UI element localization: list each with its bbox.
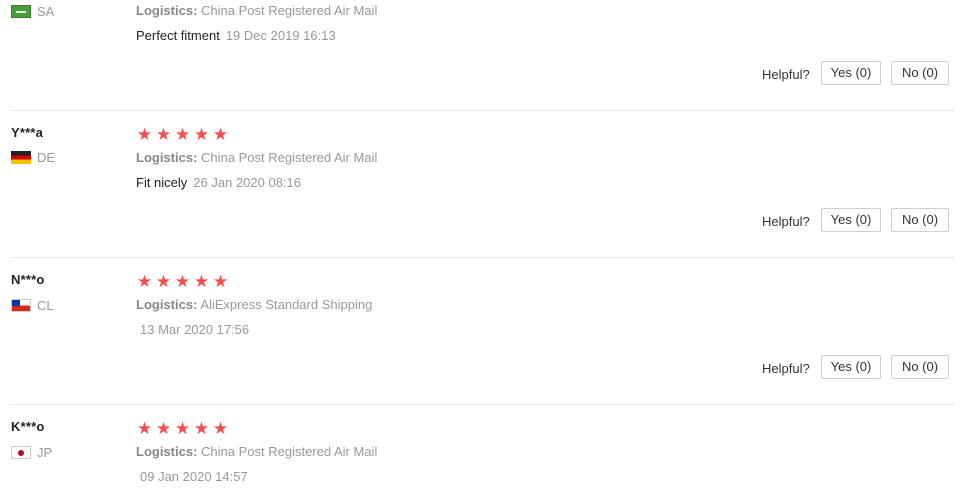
logistics-method: China Post Registered Air Mail xyxy=(201,3,378,18)
review-date: 19 Dec 2019 16:13 xyxy=(225,28,336,43)
star-icon: ★ xyxy=(155,125,172,144)
star-rating: ★ ★ ★ ★ ★ xyxy=(136,126,229,143)
cl-flag-icon xyxy=(11,299,31,312)
helpful-no-button[interactable]: No (0) xyxy=(891,355,949,379)
de-flag-icon xyxy=(11,151,31,164)
star-icon: ★ xyxy=(174,419,191,438)
review-feedback: Perfect fitment 19 Dec 2019 16:13 xyxy=(136,28,336,43)
review-date: 13 Mar 2020 17:56 xyxy=(140,322,250,337)
sa-flag-icon xyxy=(11,5,31,18)
country-code: DE xyxy=(37,150,56,165)
logistics-label: Logistics: xyxy=(136,297,198,312)
helpful-label: Helpful? xyxy=(762,361,810,376)
helpful-yes-button[interactable]: Yes (0) xyxy=(821,355,881,379)
logistics-label: Logistics: xyxy=(136,444,198,459)
star-rating: ★ ★ ★ ★ ★ xyxy=(136,273,229,290)
helpful-label: Helpful? xyxy=(762,214,810,229)
reviewer-name: Y***a xyxy=(11,125,44,140)
star-icon: ★ xyxy=(193,419,210,438)
star-icon: ★ xyxy=(136,272,153,291)
review-date: 26 Jan 2020 08:16 xyxy=(193,175,302,190)
feedback-text: Fit nicely xyxy=(136,175,188,190)
star-rating: ★ ★ ★ ★ ★ xyxy=(136,420,229,437)
star-icon: ★ xyxy=(212,125,229,144)
helpful-no-button[interactable]: No (0) xyxy=(891,208,949,232)
logistics-info: Logistics: China Post Registered Air Mai… xyxy=(136,3,377,18)
star-icon: ★ xyxy=(174,272,191,291)
logistics-label: Logistics: xyxy=(136,150,198,165)
logistics-method: AliExpress Standard Shipping xyxy=(200,297,373,312)
reviewer-country: DE xyxy=(11,150,55,165)
review-date: 09 Jan 2020 14:57 xyxy=(140,469,248,484)
logistics-info: Logistics: China Post Registered Air Mai… xyxy=(136,150,377,165)
reviewer-country: JP xyxy=(11,445,52,460)
jp-flag-icon xyxy=(11,446,31,459)
star-icon: ★ xyxy=(193,125,210,144)
feedback-text: Perfect fitment xyxy=(136,28,220,43)
review-divider xyxy=(10,257,955,258)
reviewer-country: CL xyxy=(11,298,54,313)
helpful-label: Helpful? xyxy=(762,67,810,82)
logistics-info: Logistics: AliExpress Standard Shipping xyxy=(136,297,372,312)
star-icon: ★ xyxy=(136,125,153,144)
reviewer-name: K***o xyxy=(11,419,45,434)
reviewer-name: N***o xyxy=(11,272,45,287)
review-feedback: Fit nicely 26 Jan 2020 08:16 xyxy=(136,175,301,190)
star-icon: ★ xyxy=(155,419,172,438)
review-divider xyxy=(10,404,955,405)
star-icon: ★ xyxy=(212,272,229,291)
logistics-method: China Post Registered Air Mail xyxy=(201,444,378,459)
star-icon: ★ xyxy=(193,272,210,291)
star-icon: ★ xyxy=(136,419,153,438)
reviewer-country: SA xyxy=(11,4,54,19)
logistics-info: Logistics: China Post Registered Air Mai… xyxy=(136,444,377,459)
country-code: CL xyxy=(37,298,54,313)
helpful-no-button[interactable]: No (0) xyxy=(891,61,949,85)
star-icon: ★ xyxy=(212,419,229,438)
review-divider xyxy=(10,110,955,111)
star-icon: ★ xyxy=(155,272,172,291)
logistics-label: Logistics: xyxy=(136,3,198,18)
country-code: SA xyxy=(37,4,55,19)
helpful-yes-button[interactable]: Yes (0) xyxy=(821,61,881,85)
star-icon: ★ xyxy=(174,125,191,144)
country-code: JP xyxy=(37,445,53,460)
helpful-yes-button[interactable]: Yes (0) xyxy=(821,208,881,232)
logistics-method: China Post Registered Air Mail xyxy=(201,150,378,165)
